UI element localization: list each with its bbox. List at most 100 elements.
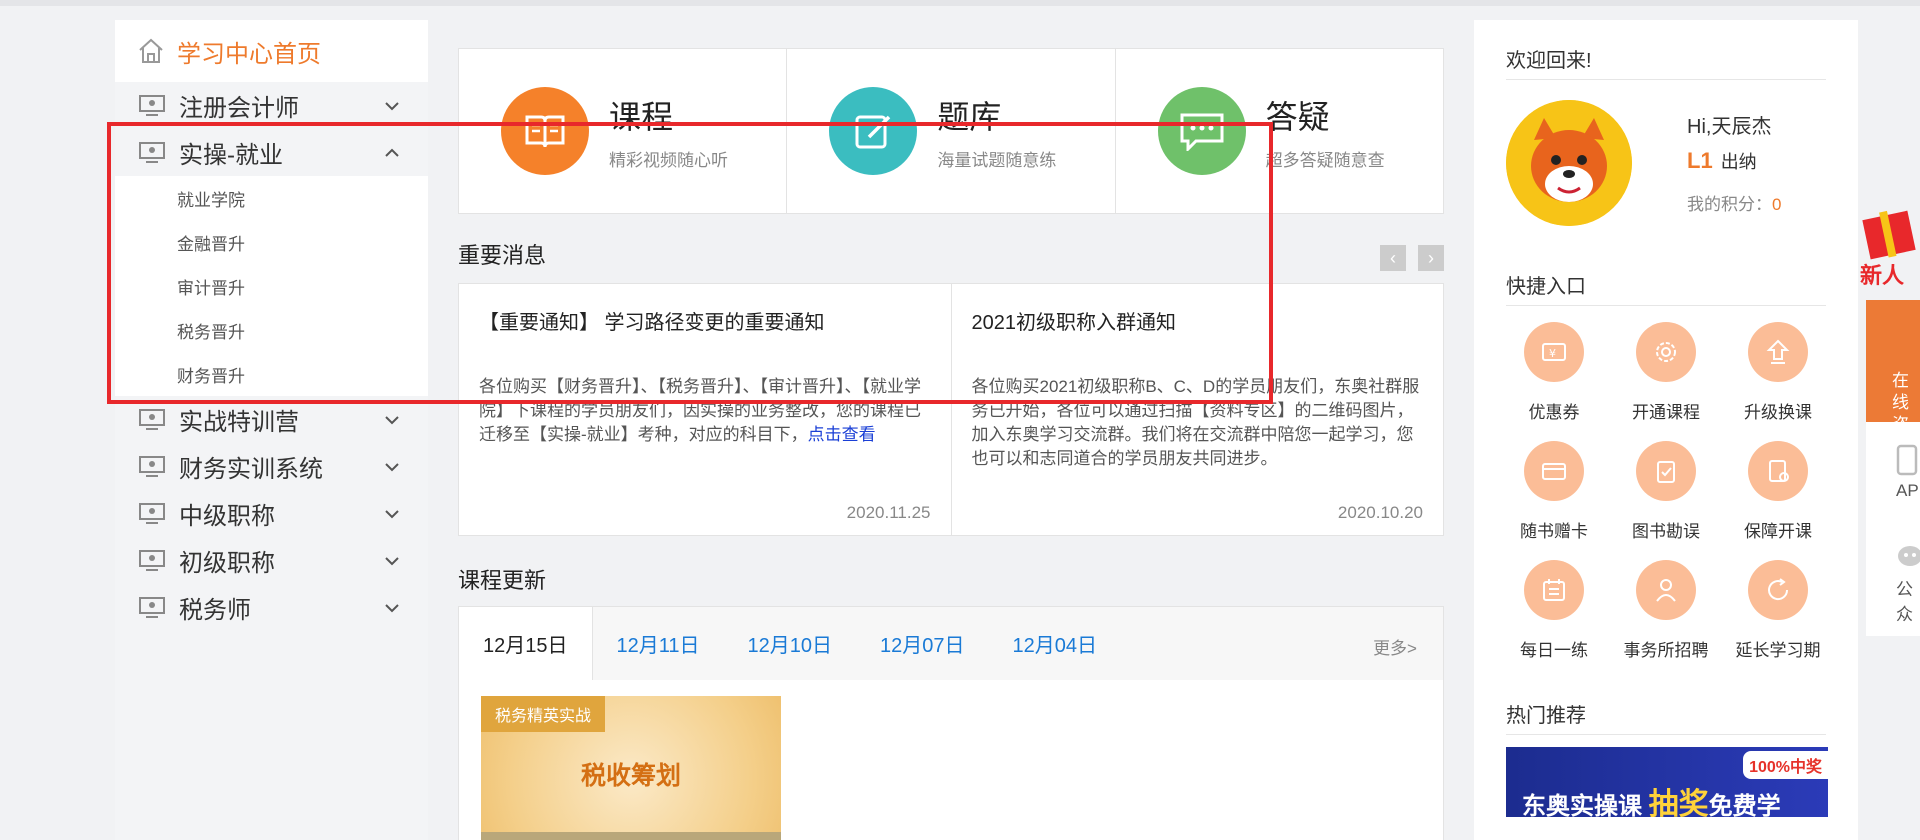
sidebar-item-label: 初级职称 — [179, 550, 275, 577]
quick-item-label: 升级换课 — [1744, 403, 1812, 422]
app-label: AP — [1896, 481, 1919, 500]
monitor-icon — [139, 502, 165, 524]
news-item[interactable]: 【重要通知】 学习路径变更的重要通知 各位购买【财务晋升】、【税务晋升】、【审计… — [459, 284, 952, 535]
next-arrow-icon[interactable]: › — [1418, 245, 1444, 271]
new-user-promo[interactable]: 新人 — [1858, 205, 1920, 295]
monitor-icon — [139, 141, 165, 163]
course-area: 税务精英实战 税收筹划 — [458, 680, 1444, 840]
tab-date[interactable]: 12月10日 — [724, 607, 857, 681]
sidebar-home[interactable]: 学习中心首页 — [115, 20, 428, 82]
hot-text-c: 免费学 — [1708, 793, 1781, 817]
wechat-button[interactable]: 公众 — [1866, 522, 1920, 624]
sidebar-item-junior[interactable]: 初级职称 — [115, 537, 428, 584]
quick-item-extend[interactable]: 延长学习期 — [1722, 560, 1834, 661]
svg-text:¥: ¥ — [1549, 347, 1556, 360]
avatar[interactable] — [1506, 100, 1632, 226]
gear-icon — [1636, 322, 1696, 382]
upload-icon — [1748, 322, 1808, 382]
tab-date[interactable]: 12月07日 — [856, 607, 989, 681]
feature-subtitle: 海量试题随意练 — [937, 150, 1057, 170]
news-item-title: 【重要通知】 学习路径变更的重要通知 — [479, 312, 825, 334]
submenu-item[interactable]: 审计晋升 — [115, 264, 428, 308]
sidebar-item-label: 实战特训营 — [179, 409, 299, 436]
sidebar-item-finance-system[interactable]: 财务实训系统 — [115, 443, 428, 490]
feature-course[interactable]: 课程 精彩视频随心听 — [459, 49, 788, 213]
quick-item-label: 优惠券 — [1528, 403, 1580, 422]
sidebar-home-label: 学习中心首页 — [177, 40, 321, 68]
feature-subtitle: 超多答疑随意查 — [1265, 150, 1385, 170]
feature-question-bank[interactable]: 题库 海量试题随意练 — [787, 49, 1116, 213]
news-item-date: 2020.10.20 — [1337, 503, 1423, 522]
sidebar-item-bootcamp[interactable]: 实战特训营 — [115, 396, 428, 443]
clipboard-icon — [1636, 441, 1696, 501]
submenu-item[interactable]: 税务晋升 — [115, 308, 428, 352]
news-title: 重要消息 — [458, 243, 547, 268]
sidebar-item-label: 实操-就业 — [179, 142, 283, 169]
quick-item-coupon[interactable]: ¥ 优惠券 — [1498, 322, 1610, 423]
quick-item-upgrade[interactable]: 升级换课 — [1722, 322, 1834, 423]
submenu: 就业学院 金融晋升 审计晋升 税务晋升 财务晋升 — [115, 176, 428, 396]
submenu-item[interactable]: 就业学院 — [115, 176, 428, 220]
coupon-icon: ¥ — [1524, 322, 1584, 382]
quick-item-open-course[interactable]: 开通课程 — [1610, 322, 1722, 423]
news-section-title: 重要消息 ‹ › — [458, 241, 1444, 271]
phone-icon — [1896, 444, 1918, 476]
points-value[interactable]: 0 — [1772, 195, 1781, 214]
quick-item-label: 图书勘误 — [1632, 522, 1700, 541]
online-consult-button[interactable]: 在线咨询 — [1866, 300, 1920, 456]
sidebar-item-practice-employment[interactable]: 实操-就业 — [115, 129, 428, 176]
book-icon — [501, 87, 589, 175]
quick-item-label: 保障开课 — [1744, 522, 1812, 541]
sidebar-item-cpa[interactable]: 注册会计师 — [115, 82, 428, 129]
sidebar-item-label: 税务师 — [179, 597, 251, 624]
submenu-item[interactable]: 财务晋升 — [115, 352, 428, 396]
quick-item-label: 每日一练 — [1520, 641, 1588, 660]
hot-banner[interactable]: 100%中奖 东奥实操课 抽奖免费学 — [1506, 747, 1828, 817]
user-name: Hi,天辰杰 — [1687, 116, 1772, 138]
hot-badge: 100%中奖 — [1743, 751, 1828, 779]
hot-text: 东奥实操课 抽奖免费学 — [1522, 779, 1781, 817]
quick-item-daily-practice[interactable]: 每日一练 — [1498, 560, 1610, 661]
news-arrows: ‹ › — [1380, 245, 1444, 271]
right-panel: 欢迎回来! Hi,天辰杰 L1 出纳 我的积分：0 快捷入口 ¥ 优惠券 开通课… — [1474, 20, 1858, 840]
sidebar-item-tax-agent[interactable]: 税务师 — [115, 584, 428, 631]
quick-item-label: 开通课程 — [1632, 403, 1700, 422]
chevron-down-icon — [385, 604, 399, 613]
monitor-icon — [139, 596, 165, 618]
more-link[interactable]: 更多> — [1373, 634, 1417, 659]
course-card-footer — [481, 832, 781, 840]
quick-item-errata[interactable]: 图书勘误 — [1610, 441, 1722, 542]
quick-item-guarantee[interactable]: 保障开课 — [1722, 441, 1834, 542]
card-icon — [1524, 441, 1584, 501]
hot-text-a: 东奥实操课 — [1522, 793, 1642, 817]
feature-box: 课程 精彩视频随心听 题库 海量试题随意练 答疑 超多答疑随意查 — [458, 48, 1444, 214]
quick-item-gift-card[interactable]: 随书赠卡 — [1498, 441, 1610, 542]
feature-title: 题库 — [937, 98, 1002, 135]
submenu-item[interactable]: 金融晋升 — [115, 220, 428, 264]
news-item[interactable]: 2021初级职称入群通知 各位购买2021初级职称B、C、D的学员朋友们，东奥社… — [952, 284, 1444, 535]
user-icon — [1636, 560, 1696, 620]
quick-item-recruit[interactable]: 事务所招聘 — [1610, 560, 1722, 661]
level-badge: L1 — [1687, 148, 1713, 173]
float-service-box: 在线咨询 AP 公众 — [1866, 300, 1920, 636]
chevron-up-icon — [385, 148, 399, 157]
news-item-link[interactable]: 点击查看 — [808, 425, 876, 444]
course-section-title: 课程更新 — [458, 568, 547, 593]
refresh-icon — [1748, 560, 1808, 620]
course-card[interactable]: 税务精英实战 税收筹划 — [481, 696, 781, 840]
news-item-title: 2021初级职称入群通知 — [971, 312, 1177, 334]
welcome-title: 欢迎回来! — [1506, 44, 1826, 80]
chevron-down-icon — [385, 557, 399, 566]
news-box: 【重要通知】 学习路径变更的重要通知 各位购买【财务晋升】、【税务晋升】、【审计… — [458, 283, 1444, 536]
monitor-icon — [139, 549, 165, 571]
sidebar-item-intermediate[interactable]: 中级职称 — [115, 490, 428, 537]
feature-qa[interactable]: 答疑 超多答疑随意查 — [1116, 49, 1443, 213]
tab-date[interactable]: 12月11日 — [593, 607, 724, 681]
edit-icon — [829, 87, 918, 175]
tab-date[interactable]: 12月15日 — [459, 606, 593, 681]
tab-date[interactable]: 12月04日 — [989, 607, 1122, 681]
sidebar: 学习中心首页 注册会计师 实操-就业 就业学院 金融晋升 审计晋升 税务晋升 财… — [115, 20, 428, 840]
main-content: 课程 精彩视频随心听 题库 海量试题随意练 答疑 超多答疑随意查 重要消息 ‹ … — [458, 48, 1444, 840]
monitor-icon — [139, 94, 165, 116]
prev-arrow-icon[interactable]: ‹ — [1380, 245, 1406, 271]
